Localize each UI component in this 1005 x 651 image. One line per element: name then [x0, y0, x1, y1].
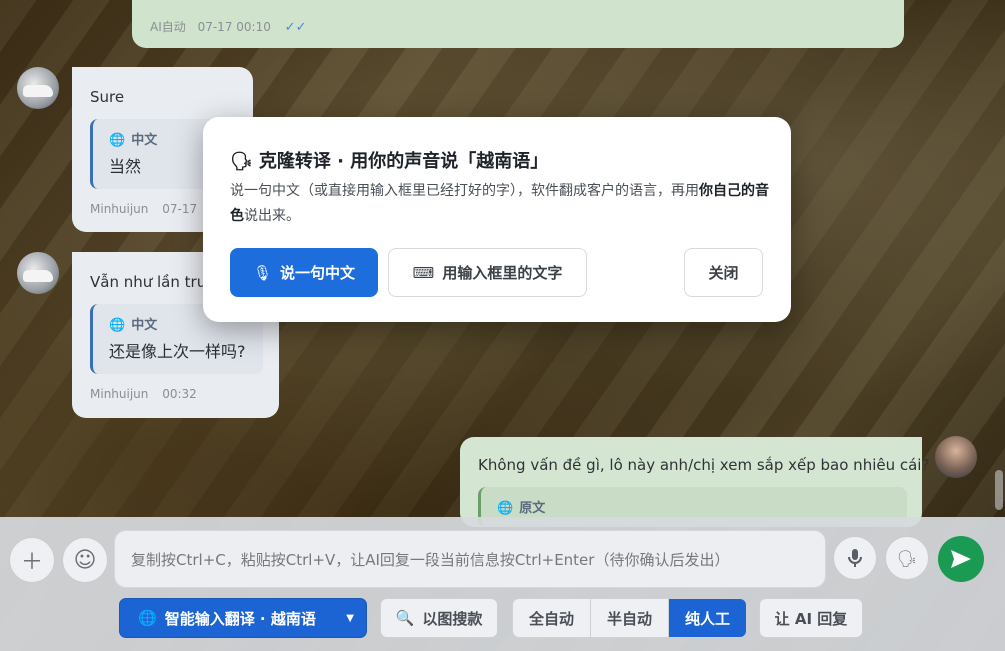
add-button[interactable]: ＋	[9, 537, 55, 583]
outgoing-message-top: AI自动 07-17 00:10 ✓✓	[132, 0, 904, 48]
message-sender: AI自动	[150, 20, 186, 34]
dialog-description: 说一句中文（或直接用输入框里已经打好的字），软件翻成客户的语言，再用你自己的音色…	[230, 183, 769, 224]
close-button[interactable]: 关闭	[684, 248, 763, 297]
outgoing-message: Không vấn đề gì, lô này anh/chị xem sắp …	[460, 437, 929, 527]
double-check-icon: ✓✓	[284, 20, 307, 35]
message-meta: Minhuijun 00:32	[90, 387, 197, 401]
message-meta: Minhuijun 07-17	[90, 202, 197, 216]
translate-label: 智能输入翻译 · 越南语	[164, 609, 316, 628]
speaking-head-icon: 🗣	[230, 151, 253, 172]
voice-input-button[interactable]	[833, 536, 877, 580]
message-text: Sure	[90, 88, 125, 106]
microphone-icon	[848, 549, 862, 567]
image-search-label: 以图搜款	[422, 609, 483, 628]
send-button[interactable]	[938, 536, 984, 582]
quote-text: 当然	[109, 157, 142, 176]
mode-semi-auto[interactable]: 半自动	[591, 599, 669, 637]
mode-manual[interactable]: 纯人工	[669, 599, 746, 637]
ai-reply-label: 让 AI 回复	[774, 609, 848, 628]
avatar[interactable]	[17, 252, 59, 294]
message-input-box[interactable]	[114, 530, 826, 589]
message-text: Không vấn đề gì, lô này anh/chị xem sắp …	[478, 456, 930, 474]
smart-translate-dropdown[interactable]: 🌐 智能输入翻译 · 越南语 ▼	[119, 598, 367, 638]
globe-icon: 🌐	[109, 318, 126, 333]
magnifier-icon: 🔍	[395, 609, 415, 627]
globe-icon: 🌐	[138, 609, 157, 627]
send-icon	[951, 550, 971, 568]
microphone-icon: 🎙	[252, 263, 273, 282]
message-time: 07-17 00:10	[197, 20, 271, 34]
voice-clone-dialog: 🗣 克隆转译 · 用你的声音说「越南语」 说一句中文（或直接用输入框里已经打好的字…	[203, 117, 791, 322]
plus-icon: ＋	[20, 550, 43, 575]
voice-clone-button[interactable]: 🗣	[885, 536, 929, 580]
mode-selector: 全自动 半自动 纯人工	[512, 598, 747, 638]
mode-full-auto[interactable]: 全自动	[513, 599, 591, 637]
message-time: 00:32	[162, 387, 197, 401]
ai-reply-button[interactable]: 让 AI 回复	[759, 598, 863, 638]
my-avatar[interactable]	[935, 436, 977, 478]
smiley-icon: ☺	[73, 547, 97, 573]
caret-down-icon: ▼	[346, 612, 354, 624]
quote-label: 原文	[519, 501, 546, 516]
quote-label: 中文	[131, 318, 158, 333]
speaking-head-icon: 🗣	[896, 548, 918, 568]
keyboard-icon: ⌨	[412, 263, 435, 282]
use-input-text-button[interactable]: ⌨ 用输入框里的文字	[388, 248, 587, 297]
emoji-button[interactable]: ☺	[62, 537, 108, 583]
globe-icon: 🌐	[109, 133, 126, 148]
speak-chinese-button[interactable]: 🎙 说一句中文	[230, 248, 378, 297]
quote-label: 中文	[131, 133, 158, 148]
message-meta: AI自动 07-17 00:10 ✓✓	[150, 18, 306, 35]
message-time: 07-17	[162, 202, 198, 216]
dialog-title: 🗣 克隆转译 · 用你的声音说「越南语」	[230, 151, 549, 172]
message-input[interactable]	[129, 531, 813, 589]
composer-area: ＋ ☺ 🗣 🌐 智能输入翻译 · 越南语 ▼ 🔍 以图搜款 全自动 半自动 纯人…	[0, 517, 1005, 651]
avatar[interactable]	[17, 67, 59, 109]
message-sender: Minhuijun	[90, 387, 149, 401]
message-sender: Minhuijun	[90, 202, 149, 216]
image-search-button[interactable]: 🔍 以图搜款	[380, 598, 498, 638]
scrollbar[interactable]	[995, 470, 1003, 510]
globe-icon: 🌐	[497, 501, 514, 516]
quote-text: 还是像上次一样吗?	[109, 342, 246, 361]
